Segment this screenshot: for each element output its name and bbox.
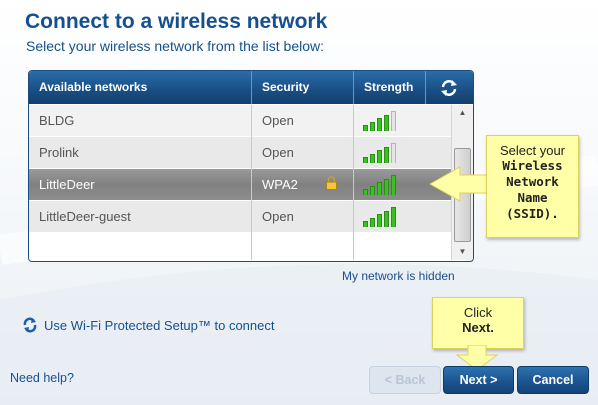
signal-bar [363,189,368,195]
signal-bar [363,221,368,227]
table-header: Available networks Security Strength [29,71,473,104]
signal-bar [384,146,389,163]
next-callout: Click Next. [432,297,524,349]
network-security: Open [262,145,294,160]
signal-bar [384,114,389,131]
signal-bar [391,175,396,195]
signal-bar [370,217,375,227]
signal-bar [377,214,382,227]
refresh-button[interactable] [425,71,473,104]
signal-bar [370,121,375,131]
page-subtitle: Select your wireless network from the li… [26,38,324,54]
network-name: LittleDeer-guest [39,209,131,224]
column-header-strength: Strength [364,80,414,94]
column-header-security: Security [262,80,310,94]
signal-bar [384,210,389,227]
network-name: Prolink [39,145,79,160]
header-divider [251,71,252,104]
signal-strength-icon [363,175,396,195]
network-table: Available networks Security Strength BLD… [28,70,474,262]
callout-text: Click [463,305,493,320]
network-security: Open [262,209,294,224]
network-row[interactable]: LittleDeer-guest Open [29,201,451,232]
signal-bar [391,143,396,163]
callout-text: (SSID). [506,206,559,221]
ssid-callout: Select your Wireless Network Name (SSID)… [486,135,579,238]
signal-bar [377,182,382,195]
network-row[interactable]: BLDG Open [29,105,451,136]
refresh-icon [441,79,457,96]
cancel-button[interactable]: Cancel [517,366,589,394]
network-row[interactable]: Prolink Open [29,137,451,168]
signal-bar [377,150,382,163]
wps-link[interactable]: Use Wi-Fi Protected Setup™ to connect [22,317,274,333]
column-divider [251,105,252,260]
back-button[interactable]: < Back [369,366,441,394]
page-title: Connect to a wireless network [25,10,328,33]
signal-bar [391,207,396,227]
network-name: BLDG [39,113,75,128]
signal-bar [370,153,375,163]
header-divider [353,71,354,104]
column-divider [353,105,354,260]
callout-text: Wireless [502,158,563,173]
callout-text: Network [506,174,559,189]
signal-bar [370,185,375,195]
hidden-network-link[interactable]: My network is hidden [342,269,455,283]
callout-arrow-left [428,166,489,202]
network-security: WPA2 [262,177,298,192]
signal-bar [363,125,368,131]
network-name: LittleDeer [39,177,95,192]
callout-text: Select your [499,143,566,158]
network-list: BLDG Open Prolink Open LittleDeer WPA2 LittleD… [29,105,451,260]
callout-text: Name [517,190,548,205]
signal-bar [391,111,396,131]
wps-link-label: Use Wi-Fi Protected Setup™ to connect [44,317,275,333]
network-row[interactable]: LittleDeer WPA2 [29,169,451,200]
wps-icon [23,317,37,333]
signal-bar [377,118,382,131]
signal-strength-icon [363,111,396,131]
signal-strength-icon [363,207,396,227]
next-button[interactable]: Next > [443,366,514,394]
signal-bar [384,178,389,195]
scroll-up-arrow-icon[interactable]: ▲ [452,105,473,121]
signal-strength-icon [363,143,396,163]
scroll-down-arrow-icon[interactable]: ▼ [452,244,473,260]
network-security: Open [262,113,294,128]
help-link[interactable]: Need help? [10,371,74,385]
signal-bar [363,157,368,163]
column-header-networks: Available networks [39,80,148,94]
callout-text: Next. [462,320,494,335]
lock-icon [326,176,337,190]
